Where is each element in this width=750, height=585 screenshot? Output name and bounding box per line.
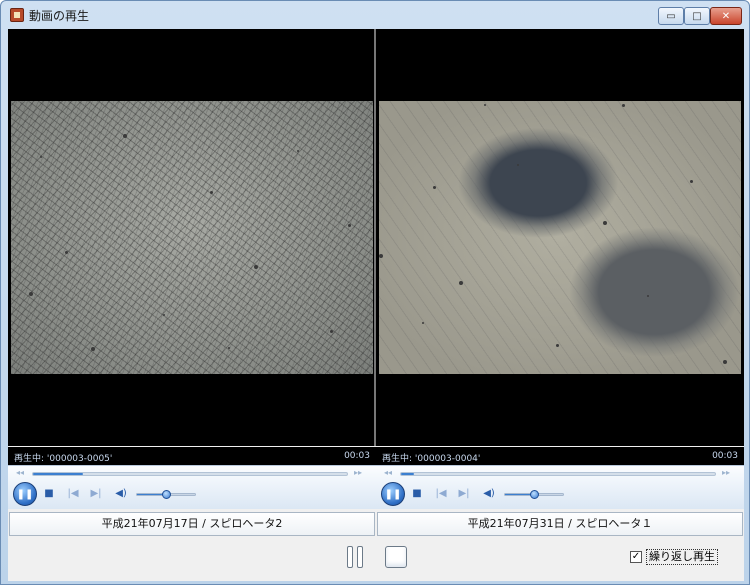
window-title: 動画の再生 — [29, 9, 90, 23]
skip-back-icon[interactable]: |◀ — [65, 488, 81, 500]
now-playing-prefix: 再生中: — [382, 454, 413, 464]
particle-speck — [516, 163, 519, 166]
caption-left: 平成21年07月17日 / スピロヘータ2 — [9, 512, 375, 536]
particle-speck — [603, 221, 608, 226]
particle-speck — [29, 292, 34, 297]
caption-right: 平成21年07月31日 / スピロヘータ１ — [377, 512, 743, 536]
repeat-toggle[interactable]: ✓ 繰り返し再生 — [630, 549, 718, 565]
stop-icon[interactable]: ■ — [411, 488, 423, 500]
seek-forward-icon: ▸▸ — [722, 468, 731, 477]
video-player-left: 再生中: '000003-0005' 00:03 ◂◂ ▸▸ ❚❚ ■ |◀ ▶… — [8, 29, 376, 509]
elapsed-time-right: 00:03 — [712, 451, 738, 461]
seek-progress-right — [401, 473, 414, 475]
particle-speck — [329, 330, 333, 334]
seek-back-icon: ◂◂ — [16, 468, 25, 477]
stop-all-button[interactable] — [385, 546, 407, 568]
volume-knob-right[interactable] — [530, 490, 539, 499]
now-playing-prefix: 再生中: — [14, 454, 45, 464]
particle-speck — [483, 103, 486, 106]
particle-speck — [296, 150, 299, 153]
particle-speck — [228, 346, 231, 349]
video-playback-window: 動画の再生 ▭ □ ✕ 再生中: '000003-0005' 00:03 ◂◂ … — [0, 0, 750, 585]
maximize-button[interactable]: □ — [684, 7, 710, 25]
repeat-checkbox[interactable]: ✓ — [630, 551, 642, 563]
title-bar[interactable]: 動画の再生 ▭ □ ✕ — [1, 1, 749, 29]
now-playing-file: '000003-0005' — [46, 454, 113, 464]
particle-speck — [253, 264, 258, 269]
skip-forward-icon[interactable]: ▶| — [456, 488, 472, 500]
particle-speck — [39, 155, 42, 158]
volume-slider-left[interactable] — [136, 490, 196, 499]
bottom-control-bar: ✓ 繰り返し再生 — [8, 539, 744, 581]
particle-speck — [210, 191, 214, 195]
repeat-label[interactable]: 繰り返し再生 — [646, 549, 718, 565]
seek-forward-icon: ▸▸ — [354, 468, 363, 477]
video-player-right: 再生中: '000003-0004' 00:03 ◂◂ ▸▸ ❚❚ ■ |◀ ▶… — [376, 29, 744, 509]
particle-speck — [646, 294, 649, 297]
volume-knob-left[interactable] — [162, 490, 171, 499]
film-icon — [10, 8, 24, 22]
now-playing-right: 再生中: '000003-0004' — [382, 451, 480, 464]
status-bar-right: 再生中: '000003-0004' 00:03 — [376, 447, 744, 465]
seek-bar-left[interactable] — [32, 472, 348, 476]
particle-speck — [458, 281, 463, 286]
transport-controls-left: ◂◂ ▸▸ ❚❚ ■ |◀ ▶| ◀) — [8, 465, 376, 509]
particle-speck — [433, 185, 437, 189]
now-playing-file: '000003-0004' — [414, 454, 481, 464]
particle-speck — [690, 180, 694, 184]
play-pause-button-left[interactable]: ❚❚ — [13, 482, 37, 506]
particle-speck — [621, 103, 625, 107]
video-surface-right[interactable] — [376, 29, 744, 446]
volume-slider-right[interactable] — [504, 490, 564, 499]
particle-speck — [65, 251, 69, 255]
play-pause-button-right[interactable]: ❚❚ — [381, 482, 405, 506]
particle-speck — [422, 322, 425, 325]
pause-bar-icon — [357, 546, 363, 568]
pause-all-button[interactable] — [347, 546, 365, 568]
minimize-button[interactable]: ▭ — [658, 7, 684, 25]
video-frame-left — [11, 101, 373, 374]
particle-speck — [347, 223, 351, 227]
pause-icon: ❚❚ — [384, 488, 402, 500]
window-client-area: 再生中: '000003-0005' 00:03 ◂◂ ▸▸ ❚❚ ■ |◀ ▶… — [8, 29, 744, 581]
speaker-icon[interactable]: ◀) — [480, 488, 498, 500]
video-frame-right — [379, 101, 741, 374]
seek-back-icon: ◂◂ — [384, 468, 393, 477]
skip-forward-icon[interactable]: ▶| — [88, 488, 104, 500]
particle-speck — [722, 360, 727, 365]
transport-controls-right: ◂◂ ▸▸ ❚❚ ■ |◀ ▶| ◀) — [376, 465, 744, 509]
seek-bar-right[interactable] — [400, 472, 716, 476]
particle-speck — [379, 253, 383, 258]
status-bar-left: 再生中: '000003-0005' 00:03 — [8, 447, 376, 465]
skip-back-icon[interactable]: |◀ — [433, 488, 449, 500]
particle-speck — [123, 133, 128, 138]
seek-progress-left — [33, 473, 84, 475]
pause-icon: ❚❚ — [16, 488, 34, 500]
elapsed-time-left: 00:03 — [344, 451, 370, 461]
particle-speck — [556, 343, 560, 347]
speaker-icon[interactable]: ◀) — [112, 488, 130, 500]
video-surface-left[interactable] — [8, 29, 376, 446]
particle-speck — [90, 346, 95, 351]
particle-speck — [163, 313, 166, 316]
now-playing-left: 再生中: '000003-0005' — [14, 451, 112, 464]
close-button[interactable]: ✕ — [710, 7, 742, 25]
stop-icon[interactable]: ■ — [43, 488, 55, 500]
pause-bar-icon — [347, 546, 353, 568]
